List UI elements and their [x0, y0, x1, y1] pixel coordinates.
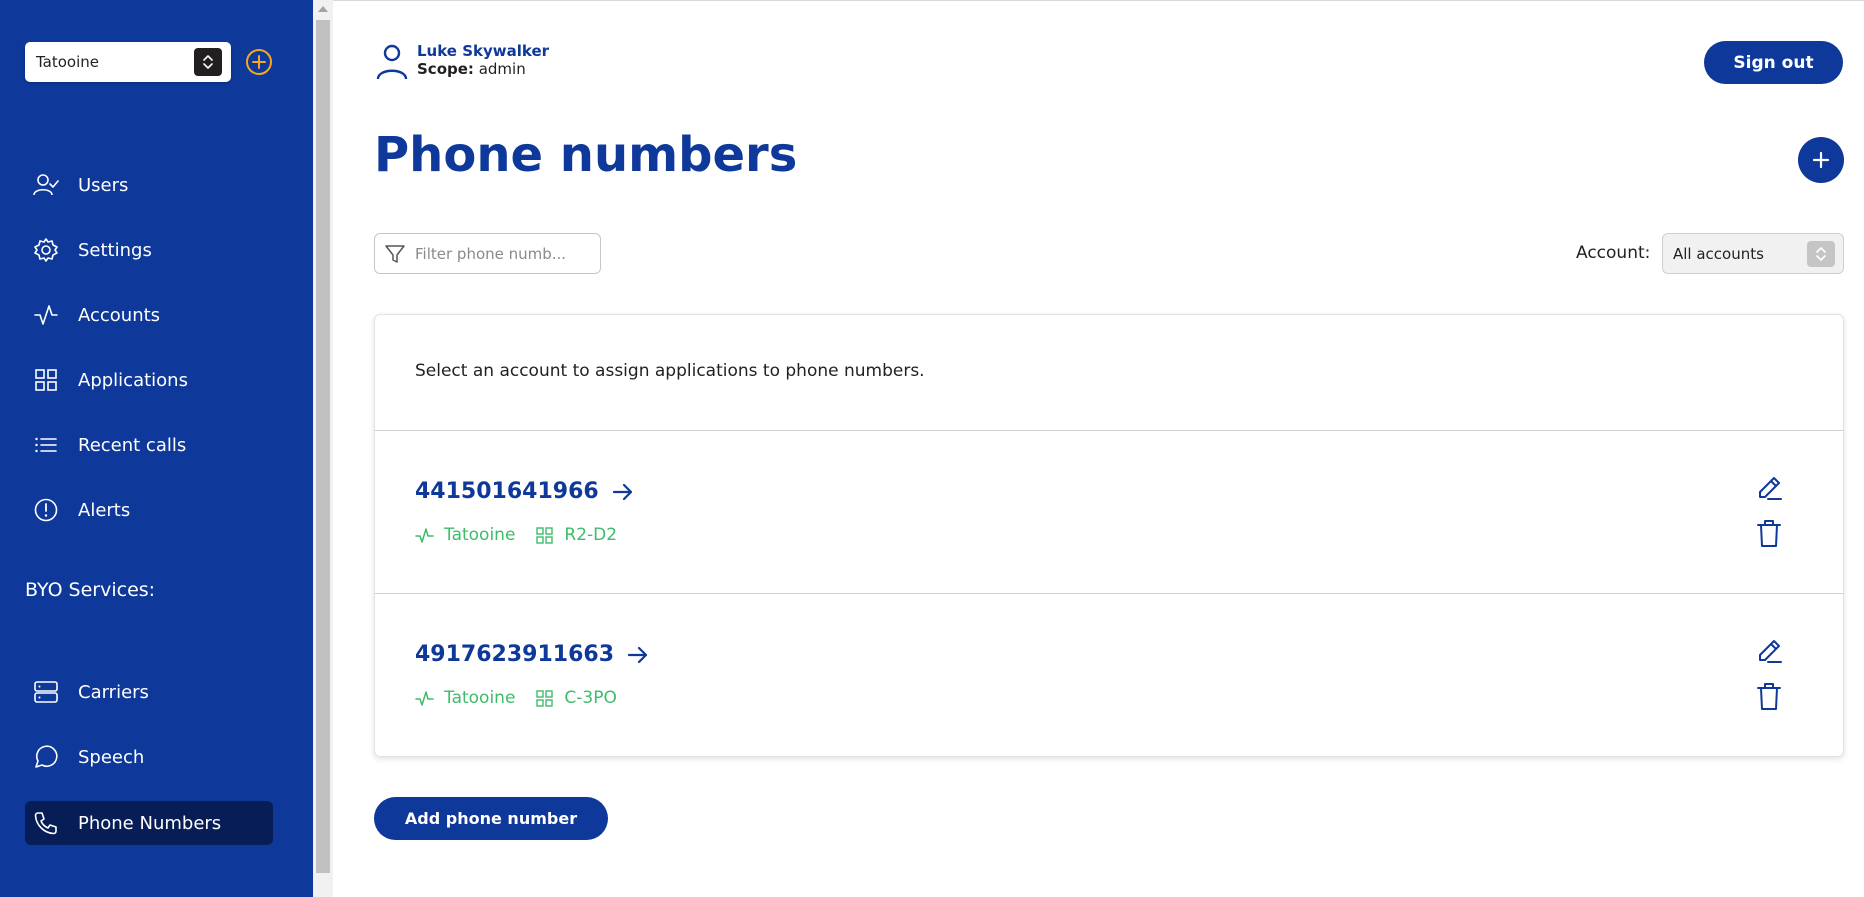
sidebar: Tatooine Users Settings Accounts Applica…	[0, 0, 313, 897]
list-icon	[35, 437, 57, 453]
edit-pencil-icon[interactable]	[1756, 475, 1782, 501]
sidebar-item-label: Settings	[78, 239, 152, 261]
select-arrows-icon	[1807, 241, 1835, 267]
service-provider-selector: Tatooine	[25, 42, 273, 82]
activity-icon	[415, 527, 434, 543]
phone-number: 441501641966	[415, 479, 599, 504]
sidebar-item-recent-calls[interactable]: Recent calls	[25, 423, 273, 467]
phone-number-link[interactable]: 4917623911663	[415, 642, 650, 667]
phone-number-meta: Tatooine R2-D2	[415, 525, 617, 545]
sidebar-item-label: Accounts	[78, 304, 161, 326]
scroll-up-arrow-icon[interactable]	[318, 6, 328, 12]
sidebar-item-settings[interactable]: Settings	[25, 228, 273, 272]
filter-field[interactable]	[374, 233, 601, 274]
page-title: Phone numbers	[374, 127, 798, 183]
sidebar-item-alerts[interactable]: Alerts	[25, 488, 273, 532]
filter-input[interactable]	[413, 243, 592, 264]
sidebar-item-carriers[interactable]: Carriers	[25, 670, 273, 714]
account-filter-value: All accounts	[1673, 245, 1764, 263]
account-name: Tatooine	[444, 688, 516, 708]
sidebar-item-label: Alerts	[78, 499, 131, 521]
account-filter-select[interactable]: All accounts	[1662, 233, 1844, 274]
phone-number-meta: Tatooine C-3PO	[415, 688, 617, 708]
sidebar-item-users[interactable]: Users	[25, 163, 273, 207]
user-check-icon	[33, 174, 59, 196]
sidebar-item-label: Carriers	[78, 681, 149, 703]
arrow-right-icon	[612, 483, 632, 500]
sidebar-item-label: Recent calls	[78, 434, 187, 456]
add-phone-number-icon-button[interactable]	[1798, 137, 1844, 183]
phone-numbers-card: Select an account to assign applications…	[374, 314, 1844, 757]
activity-icon	[34, 305, 58, 325]
sign-out-button[interactable]: Sign out	[1704, 41, 1843, 84]
arrow-right-icon	[627, 646, 648, 663]
gear-icon	[34, 238, 58, 262]
server-icon	[34, 681, 58, 703]
sidebar-item-label: Speech	[78, 746, 145, 768]
assign-hint: Select an account to assign applications…	[415, 361, 925, 381]
alert-circle-icon	[34, 498, 58, 522]
grid-icon	[35, 369, 57, 391]
application-name: R2-D2	[564, 525, 618, 545]
scope-label: Scope:	[417, 60, 474, 78]
account-filter-label: Account:	[1576, 243, 1651, 263]
list-item: 441501641966 Tatooine R2-D2	[375, 431, 1843, 593]
sidebar-item-phone-numbers[interactable]: Phone Numbers	[25, 801, 273, 845]
user-info: Luke Skywalker Scope: admin	[375, 42, 549, 80]
sidebar-item-accounts[interactable]: Accounts	[25, 293, 273, 337]
phone-number: 4917623911663	[415, 642, 614, 667]
phone-number-link[interactable]: 441501641966	[415, 479, 635, 504]
application-name: C-3PO	[564, 688, 617, 708]
edit-pencil-icon[interactable]	[1756, 638, 1782, 664]
trash-icon[interactable]	[1756, 681, 1782, 711]
service-provider-value: Tatooine	[36, 53, 100, 71]
sidebar-item-label: Phone Numbers	[78, 812, 222, 834]
user-scope: Scope: admin	[417, 60, 549, 78]
main-content: Luke Skywalker Scope: admin Sign out Pho…	[333, 0, 1864, 897]
add-phone-number-button[interactable]: Add phone number	[374, 797, 608, 840]
sidebar-item-applications[interactable]: Applications	[25, 358, 273, 402]
grid-icon	[536, 689, 554, 707]
trash-icon[interactable]	[1756, 518, 1782, 548]
select-arrows-icon	[194, 48, 222, 76]
byo-services-heading: BYO Services:	[25, 579, 156, 601]
account-name: Tatooine	[444, 525, 516, 545]
plus-icon	[1812, 151, 1830, 169]
message-circle-icon	[35, 745, 58, 768]
grid-icon	[536, 526, 554, 544]
scrollbar-thumb[interactable]	[316, 20, 330, 873]
filter-icon	[385, 244, 405, 263]
sidebar-item-label: Applications	[78, 369, 188, 391]
user-icon	[376, 44, 408, 80]
activity-icon	[415, 690, 434, 706]
top-divider	[333, 0, 1864, 1]
phone-icon	[34, 812, 57, 835]
add-service-provider-icon[interactable]	[245, 48, 273, 76]
sidebar-item-label: Users	[78, 174, 129, 196]
sidebar-item-speech[interactable]: Speech	[25, 735, 273, 779]
scope-value: admin	[478, 60, 526, 78]
user-name: Luke Skywalker	[417, 42, 550, 60]
service-provider-select[interactable]: Tatooine	[25, 42, 231, 82]
sidebar-scrollbar[interactable]	[313, 0, 333, 897]
list-item: 4917623911663 Tatooine C-3PO	[375, 594, 1843, 756]
